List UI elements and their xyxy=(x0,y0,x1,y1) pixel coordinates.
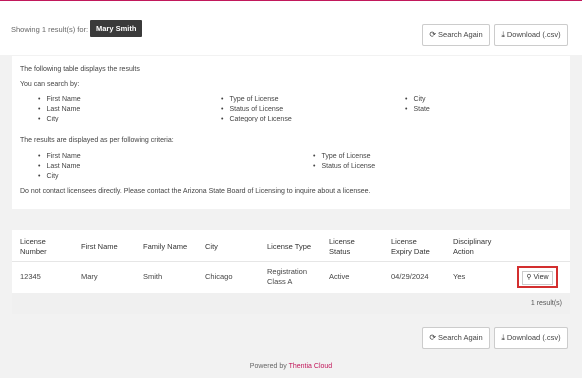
results-table: License Number First Name Family Name Cit… xyxy=(12,230,570,314)
view-button[interactable]: ⚲ View xyxy=(522,271,553,285)
criteria-item: First Name xyxy=(38,153,80,160)
cell-status: Active xyxy=(329,272,350,281)
cell-family-name: Smith xyxy=(143,272,163,281)
search-by-label: You can search by: xyxy=(20,81,80,88)
cell-city: Chicago xyxy=(205,272,233,281)
search-again-label: Search Again xyxy=(438,30,483,39)
criteria-item: Type of License xyxy=(313,153,370,160)
download-icon: ⤓ xyxy=(501,30,505,39)
criteria-label: The results are displayed as per followi… xyxy=(20,137,174,144)
search-again-button[interactable]: ⟳ Search Again xyxy=(422,24,490,46)
download-label: Download (.csv) xyxy=(506,333,561,342)
search-by-item: City xyxy=(38,116,58,122)
col-header-license-number: License Number xyxy=(20,237,47,256)
search-by-item: Last Name xyxy=(38,106,80,113)
col-header-disciplinary-action: Disciplinary Action xyxy=(453,237,492,256)
contact-notice: Do not contact licensees directly. Pleas… xyxy=(20,188,371,195)
powered-by-label: Powered by xyxy=(249,363,287,370)
search-by-item: Type of License xyxy=(221,96,278,103)
info-intro: The following table displays the results xyxy=(20,66,140,73)
download-label: Download (.csv) xyxy=(506,30,561,39)
search-by-item: Category of License xyxy=(221,116,291,122)
results-header: Showing 1 result(s) for: Mary Smith ⟳ Sea… xyxy=(0,1,582,55)
download-csv-button-bottom[interactable]: ⤓ Download (.csv) xyxy=(494,327,568,349)
view-button-highlight: ⚲ View xyxy=(517,266,558,288)
refresh-icon: ⟳ xyxy=(429,333,437,342)
col-header-city: City xyxy=(205,242,218,251)
cell-disciplinary: Yes xyxy=(453,272,466,281)
criteria-item: City xyxy=(38,173,58,180)
col-header-expiry-date: License Expiry Date xyxy=(391,237,430,256)
download-icon: ⤓ xyxy=(501,333,505,342)
cell-license-type: Registration Class A xyxy=(267,267,308,286)
search-by-item: State xyxy=(405,106,429,113)
search-by-item: City xyxy=(405,96,425,103)
search-again-button-bottom[interactable]: ⟳ Search Again xyxy=(422,327,490,349)
criteria-item: Last Name xyxy=(38,163,80,170)
showing-label: Showing 1 result(s) for: xyxy=(11,25,89,34)
cell-first-name: Mary xyxy=(81,272,98,281)
refresh-icon: ⟳ xyxy=(429,30,437,39)
query-badge: Mary Smith xyxy=(90,20,143,37)
search-by-item: Status of License xyxy=(221,106,283,113)
cell-license-number: 12345 xyxy=(20,272,41,281)
thentia-cloud-link[interactable]: Thentia Cloud xyxy=(289,363,333,370)
col-header-license-status: License Status xyxy=(329,237,355,256)
download-csv-button[interactable]: ⤓ Download (.csv) xyxy=(494,24,568,46)
criteria-item: Status of License xyxy=(313,163,375,170)
col-header-license-type: License Type xyxy=(267,242,312,251)
col-header-first-name: First Name xyxy=(81,242,118,251)
results-count: 1 result(s) xyxy=(12,293,570,314)
view-label: View xyxy=(533,274,549,281)
col-header-family-name: Family Name xyxy=(143,242,188,251)
info-panel: The following table displays the results… xyxy=(12,56,570,209)
footer: Powered by Thentia Cloud xyxy=(0,363,582,370)
cell-expiry: 04/29/2024 xyxy=(391,272,429,281)
search-again-label: Search Again xyxy=(438,333,483,342)
magnifier-icon: ⚲ xyxy=(526,274,532,281)
header-divider xyxy=(12,261,570,262)
search-by-item: First Name xyxy=(38,96,80,103)
